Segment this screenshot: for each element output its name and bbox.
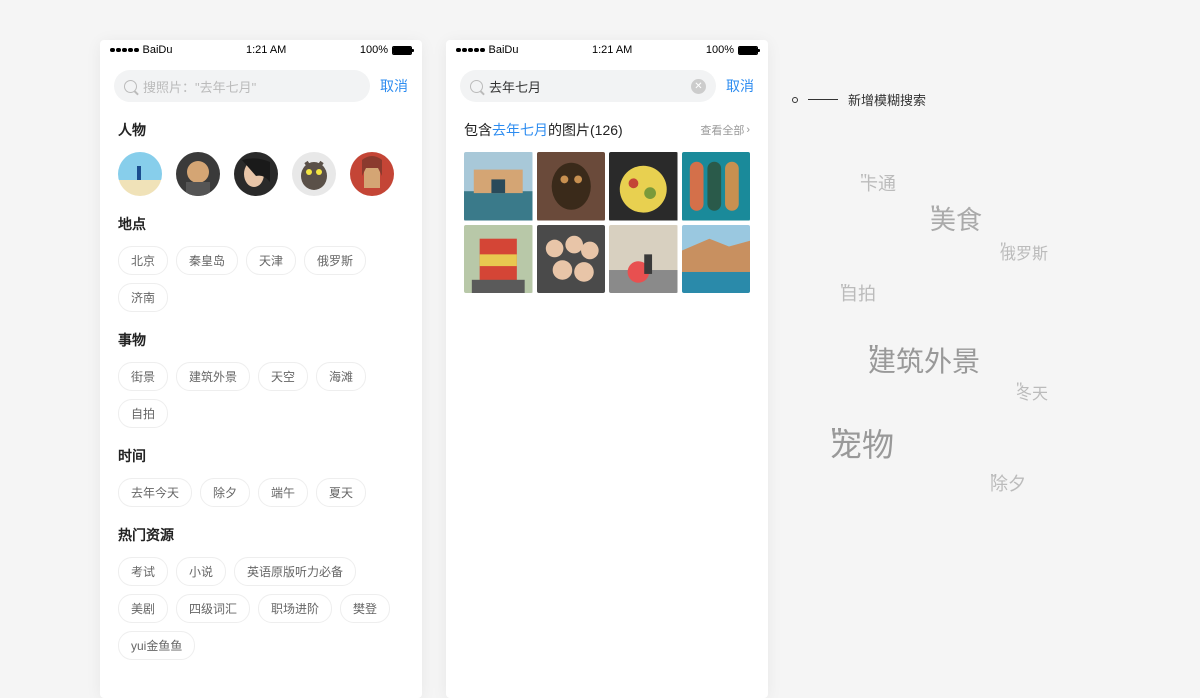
result-thumb[interactable] <box>464 225 533 294</box>
search-icon <box>470 80 483 93</box>
result-thumb[interactable] <box>682 152 751 221</box>
tag[interactable]: 北京 <box>118 246 168 275</box>
avatar[interactable] <box>118 152 162 196</box>
search-input[interactable]: 搜照片："去年七月" <box>114 70 370 102</box>
results-title: 包含去年七月的图片(126) <box>464 120 623 140</box>
tag-list-hot: 考试 小说 英语原版听力必备 美剧 四级词汇 职场进阶 樊登 yui金鱼鱼 <box>118 557 404 660</box>
battery-icon <box>738 46 758 55</box>
search-icon <box>124 80 137 93</box>
tag[interactable]: 街景 <box>118 362 168 391</box>
signal-icon <box>456 48 485 53</box>
phone-mockup-suggestions: BaiDu 1:21 AM 100% 搜照片："去年七月" 取消 人物 <box>100 40 422 698</box>
clock: 1:21 AM <box>246 44 286 56</box>
result-thumb[interactable] <box>609 152 678 221</box>
tag[interactable]: 天津 <box>246 246 296 275</box>
tag[interactable]: 去年今天 <box>118 478 192 507</box>
tag-list-places: 北京 秦皇岛 天津 俄罗斯 济南 <box>118 246 404 312</box>
tag[interactable]: 端午 <box>258 478 308 507</box>
battery-percent: 100% <box>706 44 734 56</box>
tag[interactable]: 美剧 <box>118 594 168 623</box>
result-thumb[interactable] <box>682 225 751 294</box>
annotation-callout: 新增模糊搜索 <box>792 90 926 109</box>
tag[interactable]: 建筑外景 <box>176 362 250 391</box>
clear-icon[interactable]: ✕ <box>691 79 706 94</box>
chevron-right-icon: › <box>746 124 750 136</box>
carrier-label: BaiDu <box>489 44 519 56</box>
callout-dot-icon <box>792 97 798 103</box>
result-thumb[interactable] <box>464 152 533 221</box>
section-title-things: 事物 <box>118 330 404 350</box>
section-title-time: 时间 <box>118 446 404 466</box>
section-title-people: 人物 <box>118 120 404 140</box>
tag[interactable]: 海滩 <box>316 362 366 391</box>
status-bar: BaiDu 1:21 AM 100% <box>446 40 768 60</box>
avatar[interactable] <box>234 152 278 196</box>
tag[interactable]: 自拍 <box>118 399 168 428</box>
avatar[interactable] <box>292 152 336 196</box>
view-all-link[interactable]: 查看全部› <box>700 122 750 138</box>
phone-mockup-results: BaiDu 1:21 AM 100% 去年七月 ✕ 取消 包含去年七月的图片(1… <box>446 40 768 698</box>
tag[interactable]: 济南 <box>118 283 168 312</box>
battery-percent: 100% <box>360 44 388 56</box>
clock: 1:21 AM <box>592 44 632 56</box>
result-thumb[interactable] <box>537 152 606 221</box>
tag[interactable]: 小说 <box>176 557 226 586</box>
tag[interactable]: 英语原版听力必备 <box>234 557 356 586</box>
search-placeholder: 搜照片："去年七月" <box>143 77 256 96</box>
results-grid <box>464 152 750 293</box>
tag[interactable]: 职场进阶 <box>258 594 332 623</box>
status-bar: BaiDu 1:21 AM 100% <box>100 40 422 60</box>
search-input[interactable]: 去年七月 ✕ <box>460 70 716 102</box>
search-value: 去年七月 <box>489 77 541 96</box>
battery-icon <box>392 46 412 55</box>
result-thumb[interactable] <box>609 225 678 294</box>
callout-line <box>808 99 838 100</box>
signal-icon <box>110 48 139 53</box>
cancel-button[interactable]: 取消 <box>726 76 754 96</box>
carrier-label: BaiDu <box>143 44 173 56</box>
tag[interactable]: 天空 <box>258 362 308 391</box>
tag[interactable]: 考试 <box>118 557 168 586</box>
tag[interactable]: 秦皇岛 <box>176 246 238 275</box>
tag[interactable]: 夏天 <box>316 478 366 507</box>
tag[interactable]: 四级词汇 <box>176 594 250 623</box>
tag[interactable]: yui金鱼鱼 <box>118 631 195 660</box>
word-cloud: " 卡通 " " 美食 " " 俄罗斯 " " 自拍 " " 建筑外景 " " … <box>820 150 1160 530</box>
tag[interactable]: 除夕 <box>200 478 250 507</box>
tag-list-time: 去年今天 除夕 端午 夏天 <box>118 478 404 507</box>
tag[interactable]: 樊登 <box>340 594 390 623</box>
avatar[interactable] <box>350 152 394 196</box>
people-row <box>118 152 404 196</box>
cancel-button[interactable]: 取消 <box>380 76 408 96</box>
section-title-places: 地点 <box>118 214 404 234</box>
result-thumb[interactable] <box>537 225 606 294</box>
avatar[interactable] <box>176 152 220 196</box>
section-title-hot: 热门资源 <box>118 525 404 545</box>
tag[interactable]: 俄罗斯 <box>304 246 366 275</box>
tag-list-things: 街景 建筑外景 天空 海滩 自拍 <box>118 362 404 428</box>
callout-label: 新增模糊搜索 <box>848 90 926 109</box>
